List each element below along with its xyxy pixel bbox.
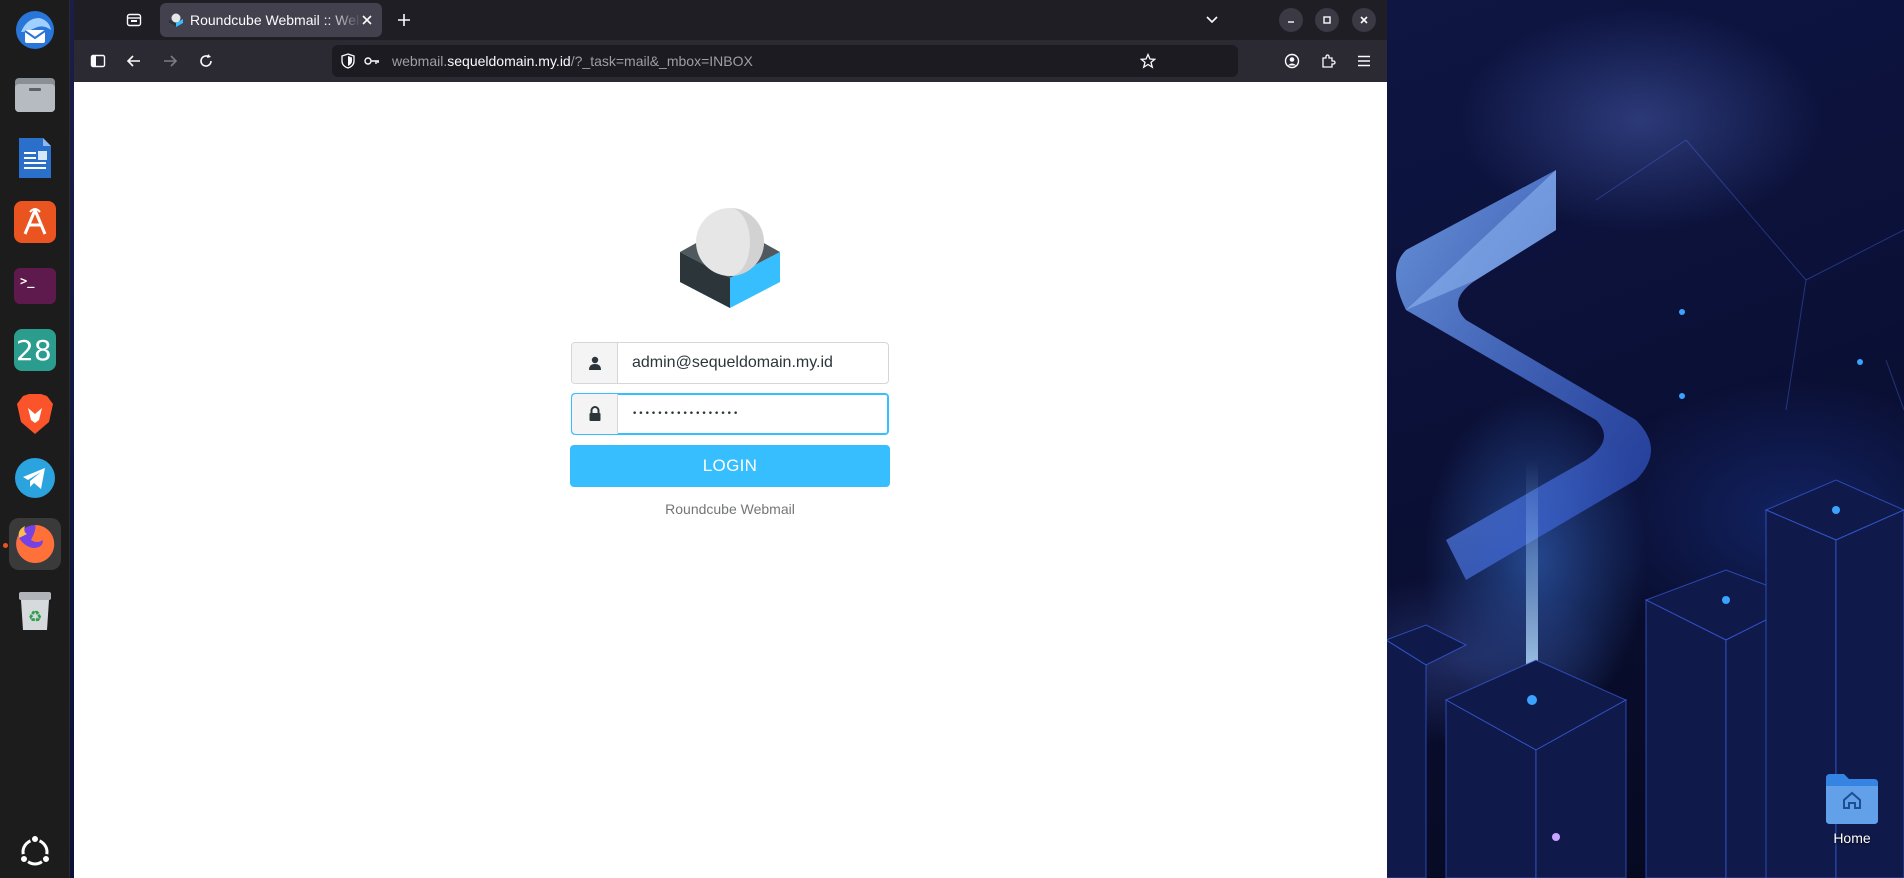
telegram-icon	[15, 458, 55, 498]
arrow-right-icon	[164, 55, 178, 67]
calendar-icon: 28	[14, 329, 56, 371]
brave-icon	[17, 394, 53, 434]
dock-trash[interactable]: ♻	[9, 584, 61, 636]
new-tab-button[interactable]	[392, 8, 416, 32]
files-icon	[15, 78, 55, 112]
browser-window: Roundcube Webmail :: Welcome to Roundcub…	[74, 0, 1387, 878]
url-domain: sequeldomain.my.id	[447, 53, 571, 69]
minimize-button[interactable]	[1279, 8, 1303, 32]
trash-icon: ♻	[19, 592, 51, 630]
thunderbird-icon	[16, 11, 54, 49]
extensions-button[interactable]	[1316, 49, 1340, 73]
calendar-day: 28	[16, 333, 52, 367]
dock-terminal[interactable]: >_	[9, 260, 61, 312]
home-folder-icon[interactable]	[1822, 770, 1882, 826]
url-bar[interactable]: webmail.sequeldomain.my.id/?_task=mail&_…	[332, 45, 1238, 77]
navigation-toolbar: webmail.sequeldomain.my.id/?_task=mail&_…	[74, 40, 1387, 82]
password-field[interactable]: •••••••••••••••••	[571, 393, 889, 435]
close-window-icon	[1360, 16, 1368, 24]
sidebar-icon	[90, 54, 106, 68]
reload-button[interactable]	[194, 49, 218, 73]
reload-icon	[200, 54, 212, 67]
dock-show-apps[interactable]	[9, 826, 61, 878]
dock-firefox[interactable]	[9, 518, 61, 570]
url-domain-prefix: webmail.	[392, 53, 448, 69]
firefox-view-button[interactable]	[122, 8, 146, 32]
app-center-icon	[14, 201, 56, 243]
password-input[interactable]: •••••••••••••••••	[618, 394, 753, 434]
dock-calendar[interactable]: 28	[9, 324, 61, 376]
url-path: /?_task=mail&_mbox=INBOX	[570, 53, 753, 69]
maximize-icon	[1323, 16, 1331, 24]
key-icon[interactable]	[364, 53, 380, 69]
forward-button[interactable]	[158, 49, 182, 73]
close-window-button[interactable]	[1352, 8, 1376, 32]
home-folder-label[interactable]: Home	[1806, 830, 1898, 846]
writer-icon	[19, 138, 51, 178]
maximize-button[interactable]	[1315, 8, 1339, 32]
hamburger-menu-icon	[1358, 55, 1370, 67]
account-icon	[1284, 53, 1300, 69]
bookmark-star-icon[interactable]	[1140, 53, 1156, 69]
user-icon	[572, 343, 618, 383]
tab-title: Roundcube Webmail :: Welcome to Roundcub…	[190, 12, 362, 28]
close-icon	[362, 15, 372, 25]
firefox-view-icon	[126, 13, 142, 27]
dock-thunderbird[interactable]	[9, 4, 61, 56]
roundcube-logo	[680, 208, 780, 308]
terminal-icon: >_	[14, 268, 56, 304]
dock: >_ 28 ♻	[0, 0, 70, 878]
minimize-icon	[1288, 21, 1294, 23]
dock-telegram[interactable]	[9, 452, 61, 504]
footer-product-name: Roundcube Webmail	[665, 501, 795, 517]
svg-text:♻: ♻	[28, 607, 42, 626]
wallpaper-art	[1386, 139, 1904, 878]
url-text[interactable]: webmail.sequeldomain.my.id/?_task=mail&_…	[392, 53, 753, 69]
username-input[interactable]	[618, 343, 888, 383]
show-apps-icon	[19, 834, 51, 866]
plus-icon	[398, 14, 410, 26]
tab-roundcube[interactable]: Roundcube Webmail :: Welcome to Roundcub…	[160, 3, 382, 37]
sidebar-toggle-button[interactable]	[86, 49, 110, 73]
firefox-icon	[16, 524, 55, 563]
roundcube-login-page: ••••••••••••••••• LOGIN Roundcube Webmai…	[74, 82, 1387, 878]
lock-icon	[572, 394, 618, 434]
username-field[interactable]	[571, 342, 889, 384]
list-all-tabs-button[interactable]	[1200, 8, 1224, 32]
tracking-protection-icon[interactable]	[340, 53, 356, 69]
roundcube-icon	[169, 13, 183, 27]
puzzle-icon	[1322, 54, 1336, 68]
login-button[interactable]: LOGIN	[570, 445, 890, 487]
dock-files[interactable]	[9, 68, 61, 120]
app-menu-button[interactable]	[1352, 49, 1376, 73]
running-indicator	[3, 543, 8, 548]
account-button[interactable]	[1280, 49, 1304, 73]
tab-close-button[interactable]	[358, 11, 376, 29]
dock-app-center[interactable]	[9, 196, 61, 248]
chevron-down-icon	[1206, 16, 1218, 24]
dock-brave[interactable]	[9, 388, 61, 440]
arrow-left-icon	[126, 55, 140, 67]
back-button[interactable]	[122, 49, 146, 73]
tab-bar: Roundcube Webmail :: Welcome to Roundcub…	[74, 0, 1387, 40]
dock-writer[interactable]	[9, 132, 61, 184]
